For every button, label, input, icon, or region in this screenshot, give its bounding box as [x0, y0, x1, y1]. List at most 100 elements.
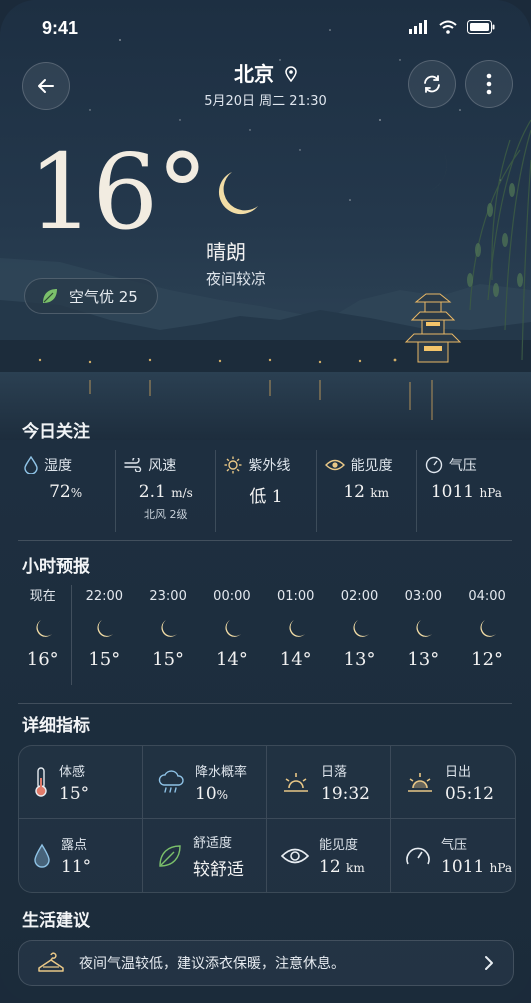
pressure-cell[interactable]: 气压 1011 hPa — [391, 819, 515, 892]
weather-screen: 9:41 北京 5月20日 周二 21:30 16° 晴朗 夜间较凉 空气优 2… — [0, 0, 531, 1003]
visibility-label: 能见度 — [350, 458, 393, 474]
rain-cloud-icon — [158, 770, 184, 793]
gauge-icon — [425, 456, 443, 474]
today-focus-row: 湿度 72% 风速 2.1 m/s 北风 2级 紫外线 低 1 能见度 12 k — [16, 450, 516, 532]
hour-time: 03:00 — [404, 589, 443, 604]
hour-item[interactable]: 01:00 14° — [264, 585, 328, 685]
detail-label: 舒适度 — [193, 835, 233, 851]
humidity-unit: % — [70, 486, 83, 500]
droplet-icon — [24, 456, 38, 474]
hour-time: 01:00 — [276, 589, 315, 604]
crescent-moon-icon — [36, 620, 52, 637]
hour-time: 现在 — [29, 589, 56, 604]
crescent-moon-icon — [161, 620, 178, 637]
details-title: 详细指标 — [22, 716, 90, 736]
wind-label: 风速 — [148, 458, 177, 474]
crescent-moon-icon — [480, 620, 497, 637]
humidity-label: 湿度 — [44, 458, 72, 474]
humidity-value: 72 — [49, 482, 71, 502]
humidity-item[interactable]: 湿度 72% — [16, 450, 117, 532]
crescent-moon-icon — [352, 620, 369, 637]
wind-icon — [124, 458, 142, 472]
detail-value: 1011 — [441, 857, 485, 877]
wind-unit: m/s — [171, 486, 193, 500]
hour-item[interactable]: 04:00 12° — [455, 585, 519, 685]
thermometer-icon — [35, 767, 47, 797]
wifi-icon — [439, 20, 457, 34]
detail-value: 12 — [319, 857, 341, 877]
chevron-right-icon — [485, 956, 493, 970]
leaf-icon — [159, 844, 181, 867]
detail-unit: % — [216, 787, 229, 802]
detail-label: 降水概率 — [195, 764, 248, 780]
precipitation-cell[interactable]: 降水概率 10% — [143, 746, 267, 819]
hour-time: 04:00 — [468, 589, 506, 604]
pressure-unit: hPa — [479, 486, 502, 500]
advice-card[interactable]: 夜间气温较低，建议添衣保暖，注意休息。 — [18, 940, 514, 986]
advice-title: 生活建议 — [22, 911, 90, 931]
detail-label: 日落 — [321, 764, 348, 780]
hour-item[interactable]: 22:00 15° — [72, 585, 136, 685]
hour-temp: 12° — [471, 649, 504, 670]
city-header[interactable]: 北京 — [0, 58, 531, 87]
status-time: 9:41 — [42, 18, 79, 38]
visibility-cell[interactable]: 能见度 12 km — [267, 819, 391, 892]
hour-time: 02:00 — [340, 589, 379, 604]
divider — [18, 540, 512, 541]
hour-item[interactable]: 02:00 13° — [328, 585, 392, 685]
eye-icon — [324, 459, 345, 471]
comfort-cell[interactable]: 舒适度 较舒适 — [143, 819, 267, 892]
hour-item[interactable]: 23:00 15° — [136, 585, 200, 685]
eye-icon — [281, 848, 309, 863]
hour-item[interactable]: 现在 16° — [14, 585, 73, 685]
hour-temp: 14° — [279, 649, 312, 670]
pressure-item[interactable]: 气压 1011 hPa — [417, 450, 516, 532]
crescent-moon-icon — [225, 620, 241, 637]
battery-icon — [467, 20, 495, 34]
detail-unit: km — [346, 861, 365, 875]
visibility-value: 12 — [343, 482, 365, 502]
today-title: 今日关注 — [22, 422, 90, 442]
detail-value: 15° — [59, 783, 90, 804]
crescent-moon-icon — [218, 172, 258, 215]
visibility-item[interactable]: 能见度 12 km — [317, 450, 417, 532]
sunrise-icon — [408, 773, 432, 792]
detail-value: 10 — [195, 783, 217, 804]
uv-item[interactable]: 紫外线 低 1 — [216, 450, 317, 532]
leaf-icon — [43, 289, 57, 303]
hour-temp: 13° — [407, 649, 440, 670]
hourly-forecast[interactable]: 现在 16° 22:00 15° 23:00 15° 00:00 14° 01:… — [14, 585, 519, 685]
wind-item[interactable]: 风速 2.1 m/s 北风 2级 — [116, 450, 217, 532]
crescent-moon-icon — [416, 620, 433, 637]
sunset-icon — [284, 773, 308, 792]
dew-point-cell[interactable]: 露点 11° — [19, 819, 143, 892]
gauge-icon — [406, 847, 430, 864]
pressure-value: 1011 — [430, 482, 475, 502]
hour-time: 22:00 — [85, 589, 124, 604]
condition-note: 夜间较凉 — [206, 270, 267, 288]
dewdrop-icon — [34, 843, 50, 868]
detail-value: 较舒适 — [193, 859, 244, 880]
sun-icon — [224, 456, 242, 474]
datetime: 5月20日 周二 21:30 — [204, 94, 327, 109]
hour-temp: 15° — [88, 649, 121, 670]
hour-item[interactable]: 00:00 14° — [200, 585, 264, 685]
uv-label: 紫外线 — [248, 458, 291, 474]
hour-item[interactable]: 03:00 13° — [391, 585, 455, 685]
signal-icon — [409, 20, 427, 34]
hour-temp: 13° — [343, 649, 376, 670]
visibility-unit: km — [370, 486, 390, 500]
sunset-cell[interactable]: 日落 19:32 — [267, 746, 391, 819]
clothing-hanger-icon — [38, 952, 64, 972]
wind-direction: 北风 2级 — [144, 508, 188, 521]
crescent-moon-icon — [97, 620, 114, 637]
detail-label: 气压 — [441, 838, 468, 853]
crescent-moon-icon — [289, 620, 305, 637]
detail-value: 11° — [61, 857, 92, 877]
aqi-badge[interactable]: 空气优 25 — [24, 278, 158, 314]
condition-text: 晴朗 — [206, 240, 246, 264]
detail-value: 05:12 — [445, 783, 494, 804]
hour-time: 23:00 — [149, 589, 187, 604]
sunrise-cell[interactable]: 日出 05:12 — [391, 746, 515, 819]
feels-like-cell[interactable]: 体感 15° — [19, 746, 143, 819]
